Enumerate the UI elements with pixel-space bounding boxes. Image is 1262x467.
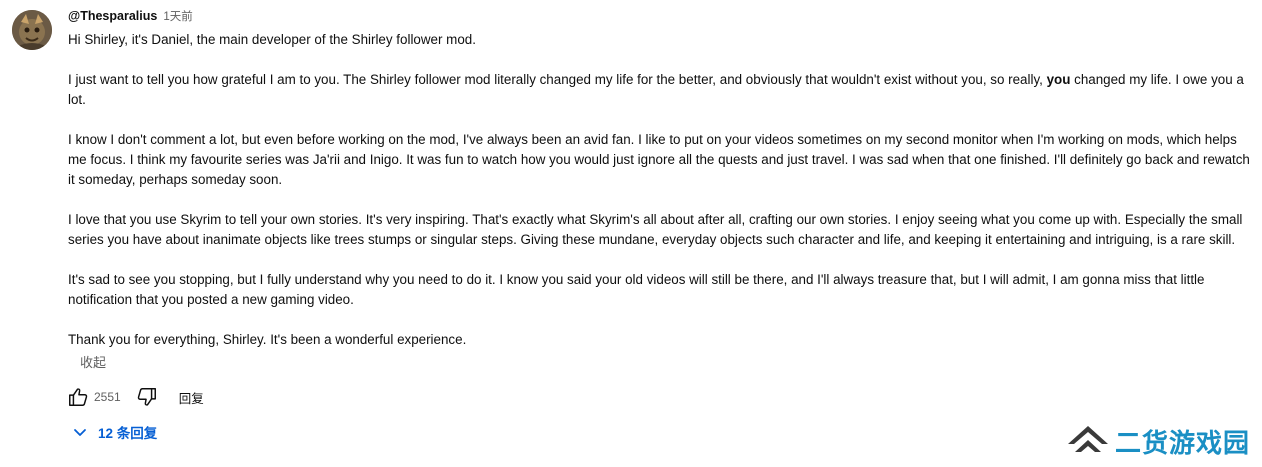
- like-count: 2551: [94, 390, 121, 404]
- comment-paragraph: Thank you for everything, Shirley. It's …: [68, 332, 467, 347]
- avatar[interactable]: [12, 10, 52, 50]
- watermark: 二货游戏园: [1065, 422, 1250, 461]
- replies-label: 12 条回复: [98, 426, 158, 441]
- reply-button[interactable]: 回复: [179, 388, 204, 407]
- comment-timestamp[interactable]: 1天前: [163, 8, 192, 24]
- author-name[interactable]: @Thesparalius: [68, 9, 157, 23]
- comment-paragraph: Hi Shirley, it's Daniel, the main develo…: [68, 32, 476, 47]
- watermark-logo-icon: [1065, 422, 1111, 461]
- chevron-down-icon: [70, 422, 90, 442]
- comment-paragraph: I love that you use Skyrim to tell your …: [68, 212, 1243, 247]
- collapse-button[interactable]: 收起: [80, 353, 1254, 373]
- thumbs-up-icon[interactable]: [66, 385, 90, 409]
- paragraph-text: I just want to tell you how grateful I a…: [68, 72, 1047, 87]
- comment-actions: 2551 回复: [66, 383, 1254, 411]
- thumbs-down-icon[interactable]: [135, 385, 159, 409]
- comment-paragraph: I just want to tell you how grateful I a…: [68, 70, 1258, 110]
- comment-paragraph: It's sad to see you stopping, but I full…: [68, 272, 1205, 307]
- comment-header: @Thesparalius 1天前: [68, 8, 1254, 28]
- comment-text: Hi Shirley, it's Daniel, the main develo…: [68, 30, 1258, 350]
- comment-body: @Thesparalius 1天前 Hi Shirley, it's Danie…: [68, 8, 1254, 444]
- comment-paragraph: I know I don't comment a lot, but even b…: [68, 132, 1250, 187]
- bold-text: you: [1046, 72, 1071, 87]
- watermark-text: 二货游戏园: [1114, 429, 1250, 459]
